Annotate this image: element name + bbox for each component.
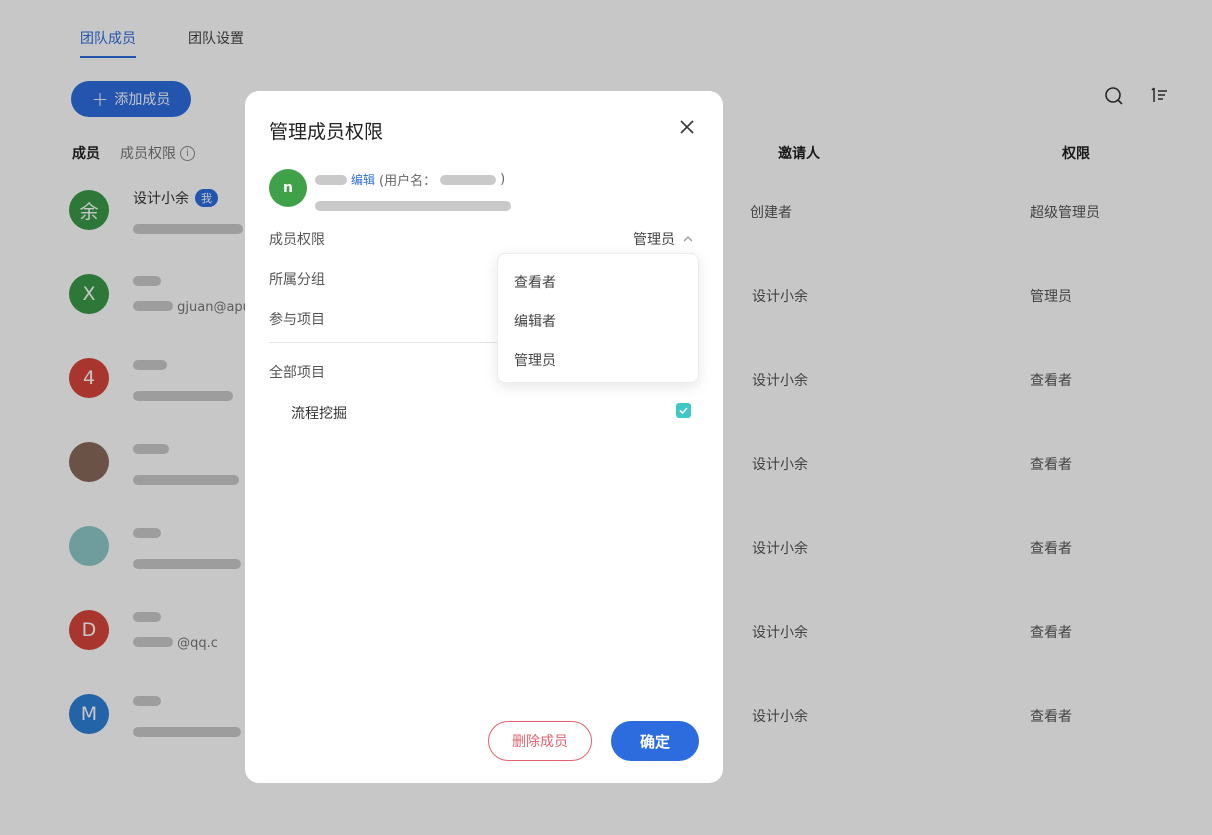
- projects-label: 参与项目: [269, 312, 325, 328]
- username-prefix: (用户名：: [379, 174, 437, 189]
- all-projects-label: 全部项目: [269, 365, 325, 381]
- project-checkbox[interactable]: [676, 403, 691, 418]
- permission-dropdown: 查看者 编辑者 管理员: [497, 253, 699, 383]
- delete-member-button[interactable]: 删除成员: [488, 721, 592, 761]
- dropdown-option-viewer[interactable]: 查看者: [514, 272, 556, 292]
- permission-select[interactable]: 管理员: [633, 229, 693, 249]
- dropdown-option-admin[interactable]: 管理员: [514, 350, 556, 370]
- member-info-line: 编辑 (用户名： ): [315, 170, 505, 189]
- username-suffix: ): [500, 172, 506, 187]
- permission-select-value: 管理员: [633, 232, 675, 248]
- dropdown-option-editor[interactable]: 编辑者: [514, 311, 556, 331]
- member-email: [315, 196, 511, 215]
- member-avatar: n: [269, 169, 307, 207]
- member-permission-label: 成员权限: [269, 232, 325, 248]
- manage-permission-dialog: 管理成员权限 n 编辑 (用户名： ) 成员权限 管理员 所属分组 参与项目 全…: [245, 91, 723, 783]
- project-item: 流程挖掘: [291, 406, 347, 422]
- check-icon: [679, 407, 688, 415]
- edit-link[interactable]: 编辑: [351, 171, 375, 188]
- dialog-title: 管理成员权限: [269, 121, 384, 143]
- confirm-button[interactable]: 确定: [611, 721, 699, 761]
- group-label: 所属分组: [269, 272, 325, 288]
- chevron-up-icon: [683, 236, 693, 242]
- close-icon[interactable]: [679, 119, 695, 135]
